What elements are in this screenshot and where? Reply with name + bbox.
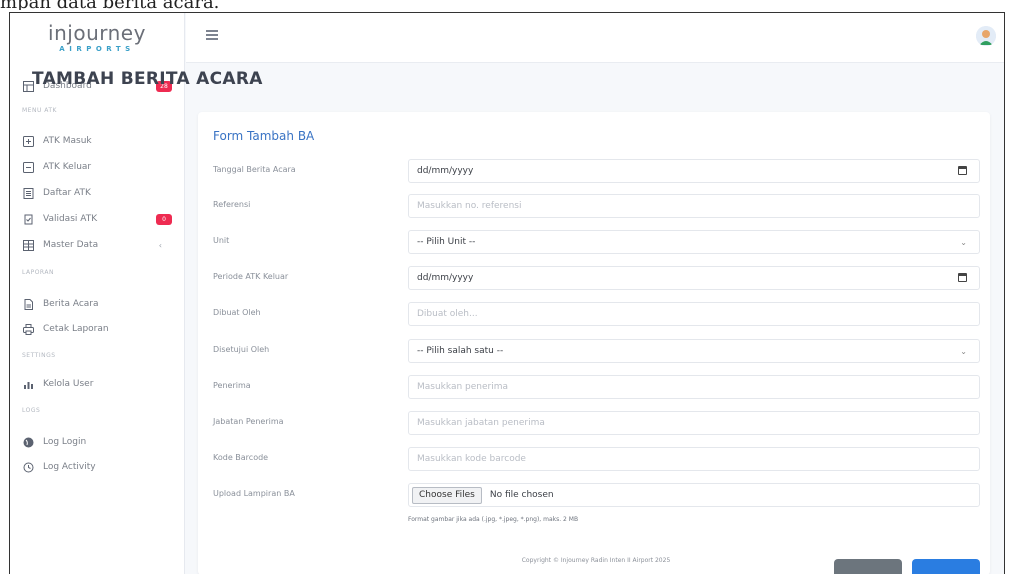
sidebar-item-atk-masuk[interactable]: ATK Masuk [22, 131, 172, 151]
periode-atk-keluar-input[interactable]: dd/mm/yyyy [408, 266, 980, 290]
inbox-in-icon [22, 135, 35, 148]
field-label: Penerima [213, 381, 251, 390]
sidebar-item-label: Cetak Laporan [43, 324, 109, 334]
footer-copyright: Copyright © Injourney Radin Inten II Air… [521, 557, 671, 564]
chevron-down-icon: ⌄ [960, 238, 967, 247]
topbar [186, 13, 1004, 63]
list-icon [22, 187, 35, 200]
field-value: dd/mm/yyyy [417, 166, 474, 176]
sidebar-item-cetak-laporan[interactable]: Cetak Laporan [22, 319, 172, 339]
printer-icon [22, 323, 35, 336]
field-value: -- Pilih Unit -- [417, 237, 476, 247]
field-label: Upload Lampiran BA [213, 489, 295, 498]
referensi-input[interactable]: Masukkan no. referensi [408, 194, 980, 218]
form-row-kode-barcode: Kode Barcode Masukkan kode barcode [213, 447, 983, 471]
brand-logo[interactable]: injourney AIRPORTS [10, 13, 184, 63]
sidebar: injourney AIRPORTS Dashboard 28 MENU ATK… [10, 13, 185, 574]
form-row-penerima: Penerima Masukkan penerima [213, 375, 983, 399]
upload-lampiran-input[interactable]: Choose Files No file chosen [408, 483, 980, 507]
calendar-icon[interactable] [958, 166, 967, 175]
field-label: Kode Barcode [213, 453, 269, 462]
section-settings: SETTINGS [22, 352, 56, 359]
form-row-periode: Periode ATK Keluar dd/mm/yyyy [213, 266, 983, 290]
dibuat-oleh-input[interactable]: Dibuat oleh... [408, 302, 980, 326]
brand-name: injourney [48, 21, 146, 45]
field-label: Unit [213, 236, 230, 245]
form-row-dibuat-oleh: Dibuat Oleh Dibuat oleh... [213, 302, 983, 326]
form-row-referensi: Referensi Masukkan no. referensi [213, 194, 983, 218]
field-placeholder: Masukkan penerima [417, 382, 508, 392]
sidebar-item-master-data[interactable]: Master Data ‹ [22, 235, 172, 255]
upload-hint: Format gambar jika ada (.jpg, *.jpeg, *.… [408, 516, 579, 523]
field-value: -- Pilih salah satu -- [417, 346, 504, 356]
section-laporan: LAPORAN [22, 269, 54, 276]
jabatan-penerima-input[interactable]: Masukkan jabatan penerima [408, 411, 980, 435]
sidebar-item-label: Log Activity [43, 462, 96, 472]
sidebar-item-berita-acara[interactable]: Berita Acara [22, 294, 172, 314]
field-label: Jabatan Penerima [213, 417, 284, 426]
sidebar-item-label: Log Login [43, 437, 87, 447]
avatar[interactable] [976, 26, 996, 46]
notification-badge: 0 [156, 213, 172, 225]
calendar-icon[interactable] [958, 273, 967, 282]
sidebar-item-daftar-atk[interactable]: Daftar ATK [22, 183, 172, 203]
app-window: injourney AIRPORTS Dashboard 28 MENU ATK… [9, 12, 1005, 574]
page-title: TAMBAH BERITA ACARA [32, 69, 263, 89]
unit-select[interactable]: -- Pilih Unit -- ⌄ [408, 230, 980, 254]
sidebar-item-label: Daftar ATK [43, 188, 91, 198]
sidebar-item-label: Master Data [43, 240, 99, 250]
form-row-jabatan-penerima: Jabatan Penerima Masukkan jabatan peneri… [213, 411, 983, 435]
field-label: Tanggal Berita Acara [213, 165, 296, 174]
form-row-tanggal: Tanggal Berita Acara dd/mm/yyyy [213, 159, 983, 183]
brand-sub: AIRPORTS [59, 45, 135, 53]
globe-icon [22, 436, 35, 449]
sidebar-item-label: ATK Masuk [43, 136, 92, 146]
sidebar-item-label: Kelola User [43, 379, 94, 389]
section-menu-atk: MENU ATK [22, 107, 57, 114]
menu-toggle-icon[interactable] [206, 30, 218, 40]
form-title: Form Tambah BA [213, 129, 315, 143]
file-status-text: No file chosen [489, 490, 554, 500]
form-row-disetujui-oleh: Disetujui Oleh -- Pilih salah satu -- ⌄ [213, 339, 983, 363]
sidebar-item-log-login[interactable]: Log Login [22, 432, 172, 452]
tanggal-berita-acara-input[interactable]: dd/mm/yyyy [408, 159, 980, 183]
penerima-input[interactable]: Masukkan penerima [408, 375, 980, 399]
field-label: Dibuat Oleh [213, 308, 261, 317]
history-icon [22, 461, 35, 474]
field-label: Referensi [213, 200, 251, 209]
form-card: Form Tambah BA Tanggal Berita Acara dd/m… [198, 112, 990, 574]
field-placeholder: Masukkan jabatan penerima [417, 418, 545, 428]
checklist-icon [22, 213, 35, 226]
field-placeholder: Masukkan no. referensi [417, 201, 522, 211]
database-icon [22, 239, 35, 252]
section-logs: LOGS [22, 407, 41, 414]
caption-text: mpan data berita acara. [0, 0, 219, 10]
field-placeholder: Masukkan kode barcode [417, 454, 526, 464]
sidebar-item-label: ATK Keluar [43, 162, 92, 172]
sidebar-item-label: Berita Acara [43, 299, 99, 309]
inbox-out-icon [22, 161, 35, 174]
choose-files-button[interactable]: Choose Files [412, 486, 482, 504]
chevron-down-icon: ⌄ [960, 347, 967, 356]
form-row-unit: Unit -- Pilih Unit -- ⌄ [213, 230, 983, 254]
field-placeholder: Dibuat oleh... [417, 309, 478, 319]
sidebar-item-log-activity[interactable]: Log Activity [22, 457, 172, 477]
kode-barcode-input[interactable]: Masukkan kode barcode [408, 447, 980, 471]
chevron-left-icon: ‹ [158, 240, 162, 250]
users-icon [22, 378, 35, 391]
sidebar-item-kelola-user[interactable]: Kelola User [22, 374, 172, 394]
document-icon [22, 298, 35, 311]
field-value: dd/mm/yyyy [417, 273, 474, 283]
disetujui-oleh-select[interactable]: -- Pilih salah satu -- ⌄ [408, 339, 980, 363]
sidebar-item-validasi-atk[interactable]: Validasi ATK 0 [22, 209, 172, 229]
field-label: Disetujui Oleh [213, 345, 270, 354]
form-row-upload: Upload Lampiran BA Choose Files No file … [213, 483, 983, 507]
field-label: Periode ATK Keluar [213, 272, 289, 281]
sidebar-item-label: Validasi ATK [43, 214, 98, 224]
sidebar-item-atk-keluar[interactable]: ATK Keluar [22, 157, 172, 177]
